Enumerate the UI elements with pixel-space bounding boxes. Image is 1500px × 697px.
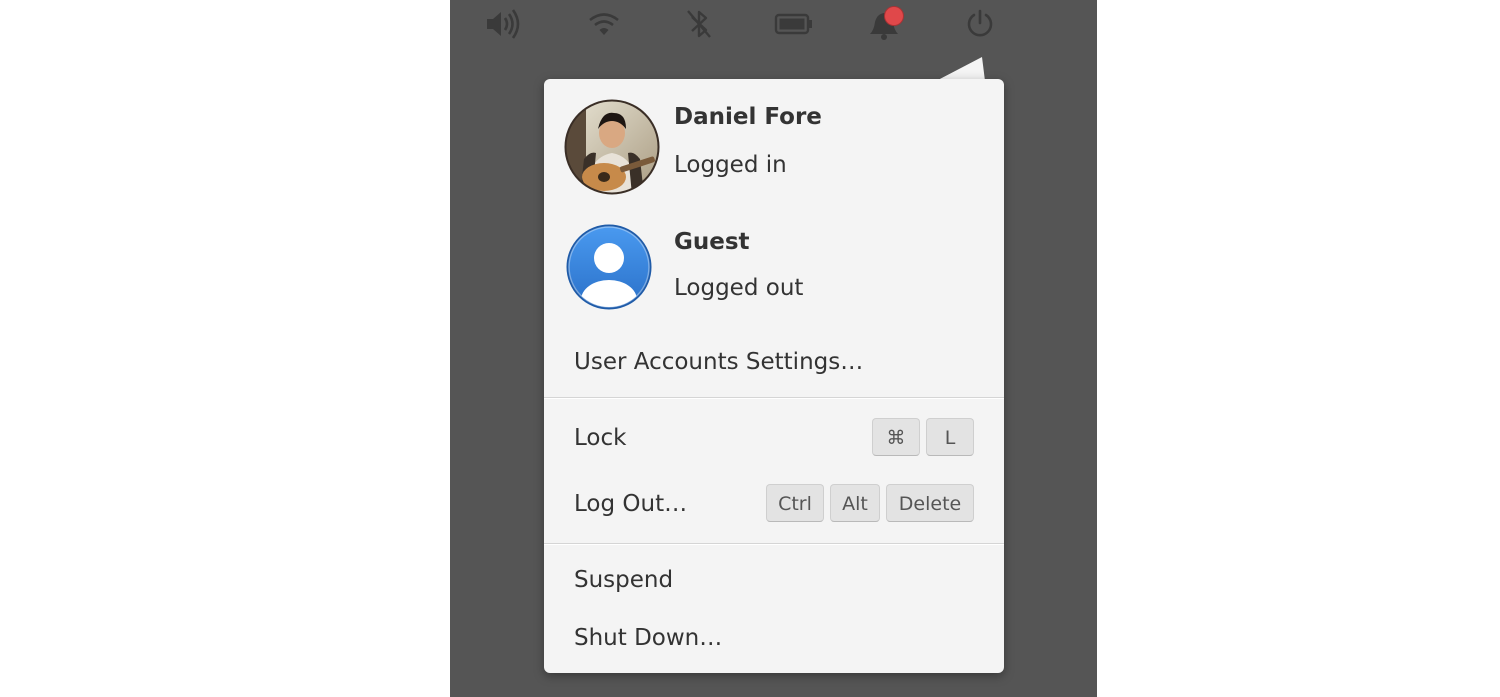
power-icon[interactable] <box>960 4 1000 44</box>
lock-item[interactable]: Lock ⌘ L <box>544 413 1004 463</box>
shortcut-key-delete: Delete <box>886 484 974 522</box>
suspend-item[interactable]: Suspend <box>544 555 1004 605</box>
user-row-guest[interactable]: Guest Logged out <box>544 219 1004 329</box>
user-status: Logged in <box>674 152 787 178</box>
menu-item-label: Log Out… <box>574 491 688 517</box>
bluetooth-disabled-icon[interactable] <box>679 4 719 44</box>
user-name: Guest <box>674 229 750 255</box>
menu-separator <box>544 543 1004 545</box>
user-status: Logged out <box>674 275 804 301</box>
user-row-daniel-fore[interactable]: Daniel Fore Logged in <box>544 94 1004 204</box>
shortcut-key-alt: Alt <box>830 484 880 522</box>
menu-item-label: Shut Down… <box>574 625 723 651</box>
battery-icon[interactable] <box>774 4 814 44</box>
guest-avatar-icon <box>566 224 652 310</box>
shut-down-item[interactable]: Shut Down… <box>544 613 1004 663</box>
menu-item-label: User Accounts Settings… <box>574 349 864 375</box>
menu-separator <box>544 397 1004 399</box>
shortcut-key-super: ⌘ <box>872 418 920 456</box>
user-photo-avatar <box>564 99 660 195</box>
volume-icon[interactable] <box>484 4 524 44</box>
menu-item-label: Suspend <box>574 567 674 593</box>
shortcut-key-ctrl: Ctrl <box>766 484 824 522</box>
user-name: Daniel Fore <box>674 104 822 130</box>
user-accounts-settings-item[interactable]: User Accounts Settings… <box>544 337 1004 387</box>
menu-item-label: Lock <box>574 425 627 451</box>
notification-badge <box>885 7 903 25</box>
session-menu-popover: Daniel Fore Logged in Guest Logged out U… <box>544 79 1004 673</box>
log-out-item[interactable]: Log Out… Ctrl Alt Delete <box>544 479 1004 529</box>
shortcut-key-l: L <box>926 418 974 456</box>
wifi-icon[interactable] <box>584 4 624 44</box>
